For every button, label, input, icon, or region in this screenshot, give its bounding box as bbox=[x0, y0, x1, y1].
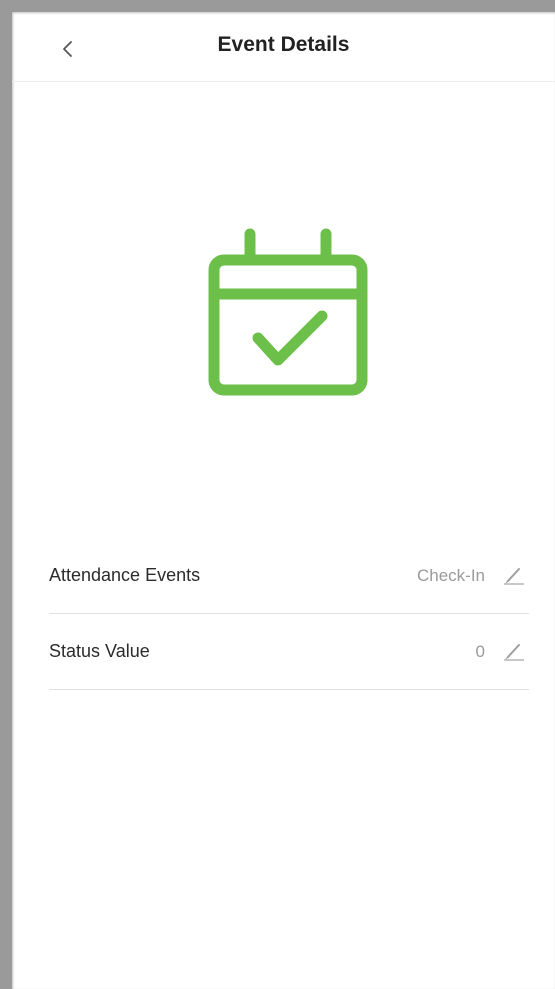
app-screen: Event Details Attendance Events Check-In bbox=[12, 12, 555, 989]
back-button[interactable] bbox=[50, 32, 84, 66]
edit-status-value-button[interactable] bbox=[497, 638, 529, 666]
chevron-left-icon bbox=[63, 41, 72, 57]
edit-icon bbox=[504, 643, 524, 661]
attendance-events-value: Check-In bbox=[416, 565, 485, 585]
page-title: Event Details bbox=[217, 33, 350, 56]
list-item-status-value[interactable]: Status Value 0 bbox=[49, 614, 529, 690]
calendar-check-icon bbox=[208, 228, 368, 396]
list-item-attendance-events[interactable]: Attendance Events Check-In bbox=[49, 538, 529, 614]
edit-icon bbox=[504, 567, 524, 585]
header-bar: Event Details bbox=[12, 12, 555, 82]
edit-attendance-events-button[interactable] bbox=[497, 562, 529, 590]
attendance-events-label: Attendance Events bbox=[49, 565, 201, 585]
status-value-value: 0 bbox=[475, 641, 485, 661]
event-settings-list: Attendance Events Check-In Status Value … bbox=[49, 538, 529, 690]
device-frame: Event Details Attendance Events Check-In bbox=[0, 0, 555, 989]
status-value-label: Status Value bbox=[49, 641, 150, 661]
